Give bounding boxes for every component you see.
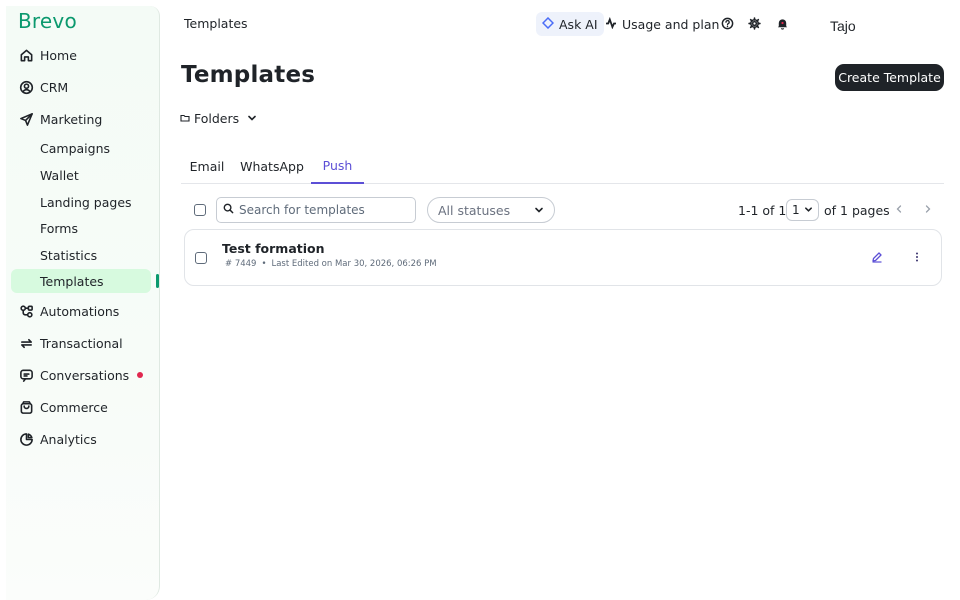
pagination-range: 1-1 of 1: [738, 203, 787, 218]
workflow-icon: [18, 303, 34, 319]
sidebar-item-marketing[interactable]: Marketing: [6, 106, 152, 132]
sidebar-subitem-templates[interactable]: Templates: [11, 269, 151, 293]
search-box: [216, 197, 416, 223]
pagination-total: of 1 pages: [824, 203, 890, 218]
next-page-icon[interactable]: [922, 203, 934, 215]
status-filter-select[interactable]: All statuses: [427, 197, 555, 223]
sidebar-subitem-campaigns[interactable]: Campaigns: [11, 136, 151, 160]
chat-icon: [18, 367, 34, 383]
sidebar-item-label: Commerce: [40, 399, 108, 415]
template-meta: # 7449 • Last Edited on Mar 30, 2026, 06…: [225, 259, 437, 269]
template-card[interactable]: Test formation # 7449 • Last Edited on M…: [184, 229, 942, 286]
folders-label: Folders: [194, 111, 240, 126]
previous-page-icon[interactable]: [893, 203, 905, 215]
chevron-down-icon: [247, 111, 257, 126]
sidebar-item-label: CRM: [40, 79, 69, 95]
folder-icon: [180, 111, 190, 126]
usage-plan-label: Usage and plan: [622, 16, 720, 32]
meta-separator: •: [261, 259, 267, 269]
ask-ai-label: Ask AI: [559, 16, 598, 32]
page-number-value: 1: [792, 203, 800, 217]
sidebar-item-label: Home: [40, 47, 77, 63]
usage-plan-button[interactable]: Usage and plan: [605, 12, 719, 36]
page-number-select[interactable]: 1: [786, 199, 819, 221]
create-template-button[interactable]: Create Template: [835, 64, 944, 91]
edit-pencil-icon[interactable]: [870, 250, 884, 264]
sidebar-item-automations[interactable]: Automations: [6, 298, 152, 324]
home-icon: [18, 47, 34, 63]
notification-dot: [137, 372, 143, 378]
activity-icon: [605, 16, 617, 32]
search-input[interactable]: [239, 203, 409, 217]
sidebar-item-commerce[interactable]: Commerce: [6, 394, 152, 420]
sidebar-item-analytics[interactable]: Analytics: [6, 426, 152, 452]
folders-dropdown[interactable]: Folders: [180, 111, 257, 126]
sidebar-item-label: Transactional: [40, 335, 123, 351]
chevron-down-icon: [534, 203, 544, 218]
select-all-checkbox[interactable]: [194, 204, 206, 216]
ask-ai-button[interactable]: Ask AI: [536, 12, 604, 36]
active-indicator: [156, 274, 159, 288]
template-checkbox[interactable]: [195, 252, 207, 264]
sidebar-item-home[interactable]: Home: [6, 42, 152, 68]
breadcrumb: Templates: [184, 16, 248, 31]
help-icon[interactable]: [720, 16, 734, 30]
template-name[interactable]: Test formation: [222, 241, 325, 256]
gear-icon[interactable]: [747, 16, 761, 30]
user-name[interactable]: Tajo: [830, 18, 856, 34]
more-options-icon[interactable]: [910, 250, 924, 264]
sidebar: Brevo Home CRM Marketing Campaigns Walle…: [6, 6, 160, 600]
sidebar-item-transactional[interactable]: Transactional: [6, 330, 152, 356]
template-last-edited: Last Edited on Mar 30, 2026, 06:26 PM: [271, 259, 437, 269]
sidebar-item-crm[interactable]: CRM: [6, 74, 152, 100]
sidebar-item-label: Marketing: [40, 111, 103, 127]
sidebar-item-label: Conversations: [40, 367, 130, 383]
chevron-down-icon: [804, 203, 813, 217]
status-filter-value: All statuses: [438, 202, 511, 218]
search-icon: [223, 203, 234, 218]
sidebar-item-label: Analytics: [40, 431, 97, 447]
page-title: Templates: [181, 62, 316, 88]
sidebar-item-label: Automations: [40, 303, 120, 319]
channel-tabs: Email WhatsApp Push: [181, 148, 944, 184]
sparkle-icon: [541, 16, 555, 32]
bell-icon[interactable]: [775, 16, 789, 30]
brevo-logo[interactable]: Brevo: [18, 9, 77, 33]
tab-whatsapp[interactable]: WhatsApp: [237, 148, 307, 184]
template-id: # 7449: [225, 259, 257, 269]
swap-arrows-icon: [18, 335, 34, 351]
sidebar-subitem-landing-pages[interactable]: Landing pages: [11, 190, 151, 214]
tab-push[interactable]: Push: [311, 148, 364, 184]
user-circle-icon: [18, 79, 34, 95]
paper-plane-icon: [18, 111, 34, 127]
shopping-bag-icon: [18, 399, 34, 415]
sidebar-subitem-forms[interactable]: Forms: [11, 216, 151, 240]
pie-chart-icon: [18, 431, 34, 447]
sidebar-subitem-statistics[interactable]: Statistics: [11, 243, 151, 267]
sidebar-item-conversations[interactable]: Conversations: [6, 362, 152, 388]
tab-email[interactable]: Email: [184, 148, 230, 184]
sidebar-subitem-wallet[interactable]: Wallet: [11, 163, 151, 187]
